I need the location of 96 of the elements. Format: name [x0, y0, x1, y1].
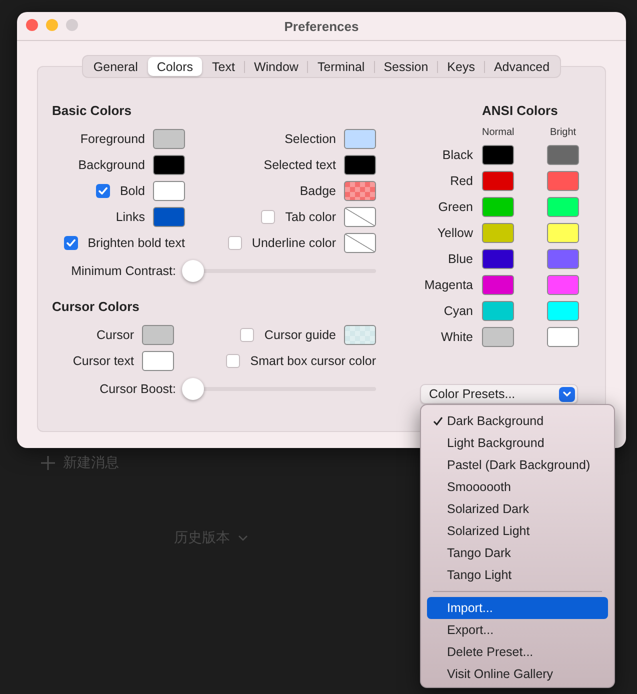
color-well[interactable]: [482, 171, 514, 191]
checkbox[interactable]: [226, 354, 240, 368]
color-well[interactable]: [482, 249, 514, 269]
menu-item[interactable]: Dark Background: [427, 410, 608, 432]
slider-thumb[interactable]: [182, 260, 204, 282]
color-well[interactable]: [482, 197, 514, 217]
tab[interactable]: Advanced: [484, 57, 559, 76]
tab[interactable]: Colors: [148, 57, 202, 76]
color-well[interactable]: [482, 145, 514, 165]
color-well[interactable]: [153, 155, 185, 175]
menu-item[interactable]: Solarized Light: [427, 520, 608, 542]
menu-item[interactable]: Smoooooth: [427, 476, 608, 498]
color-well[interactable]: [547, 275, 579, 295]
color-label: Magenta: [423, 278, 473, 292]
tab[interactable]: Session: [374, 57, 438, 76]
chevron-icon: [238, 535, 248, 541]
option-label: Tab color: [285, 210, 336, 224]
minimize-icon[interactable]: [46, 19, 58, 31]
color-well[interactable]: [142, 351, 174, 371]
option-label: Cursor guide: [264, 328, 336, 342]
checkbox[interactable]: [64, 236, 78, 250]
color-well[interactable]: [153, 181, 185, 201]
color-label: Red: [449, 174, 473, 188]
color-label: Black: [441, 148, 473, 162]
tab[interactable]: Keys: [438, 57, 484, 76]
color-label: Green: [437, 200, 473, 214]
presets-dropdown[interactable]: Color Presets...: [420, 384, 578, 404]
color-well[interactable]: [153, 129, 185, 149]
color-well[interactable]: [153, 207, 185, 227]
color-label: White: [440, 330, 473, 344]
column-header: Bright: [548, 127, 578, 140]
color-well[interactable]: [142, 325, 174, 345]
option-label: Links: [116, 210, 145, 224]
color-well[interactable]: [344, 325, 376, 345]
color-well[interactable]: [344, 181, 376, 201]
slider-label: Minimum Contrast:: [70, 264, 176, 278]
tab[interactable]: Text: [203, 57, 244, 76]
option-label: Smart box cursor color: [250, 354, 376, 368]
checkbox[interactable]: [228, 236, 242, 250]
option-label: Selected text: [264, 158, 336, 172]
color-well[interactable]: [547, 197, 579, 217]
tab[interactable]: General: [84, 57, 147, 76]
plus-icon: [41, 456, 55, 470]
color-well[interactable]: [344, 207, 376, 227]
color-label: Blue: [446, 252, 473, 266]
option-label: Selection: [284, 132, 336, 146]
zoom-icon[interactable]: [66, 19, 78, 31]
color-label: Cyan: [442, 304, 473, 318]
color-label: Yellow: [436, 226, 473, 240]
color-well[interactable]: [344, 129, 376, 149]
slider-label: Cursor Boost:: [98, 382, 176, 396]
color-well[interactable]: [482, 301, 514, 321]
color-well[interactable]: [547, 171, 579, 191]
menu-item[interactable]: Import...: [427, 597, 608, 619]
menu-item[interactable]: Light Background: [427, 432, 608, 454]
menu-item[interactable]: Tango Light: [427, 564, 608, 586]
option-label: Bold: [120, 184, 145, 198]
section-heading: ANSI Colors: [481, 103, 559, 119]
tab[interactable]: Terminal: [308, 57, 374, 76]
color-well[interactable]: [482, 223, 514, 243]
color-well[interactable]: [547, 249, 579, 269]
color-well[interactable]: [344, 155, 376, 175]
menu-item[interactable]: Tango Dark: [427, 542, 608, 564]
section-heading: Cursor Colors: [52, 299, 140, 315]
option-label: Cursor: [96, 328, 134, 342]
tab[interactable]: Window: [244, 57, 308, 76]
checkbox[interactable]: [240, 328, 254, 342]
option-label: Underline color: [252, 236, 336, 250]
close-icon[interactable]: [26, 19, 38, 31]
section-heading: Basic Colors: [52, 103, 132, 119]
option-label: Foreground: [80, 132, 145, 146]
slider[interactable]: [182, 378, 376, 400]
chevron-icon: [559, 386, 575, 402]
menu-item[interactable]: Solarized Dark: [427, 498, 608, 520]
menu-item[interactable]: Visit Online Gallery: [427, 663, 608, 685]
checkbox[interactable]: [96, 184, 110, 198]
color-well[interactable]: [344, 233, 376, 253]
color-well[interactable]: [547, 327, 579, 347]
color-well[interactable]: [547, 145, 579, 165]
color-well[interactable]: [482, 275, 514, 295]
option-label: Badge: [300, 184, 336, 198]
option-label: Brighten bold text: [88, 236, 185, 250]
slider[interactable]: [182, 260, 376, 282]
color-well[interactable]: [547, 301, 579, 321]
menu-item[interactable]: Export...: [427, 619, 608, 641]
option-label: Cursor text: [72, 354, 134, 368]
column-header: Normal: [482, 127, 514, 140]
slider-thumb[interactable]: [182, 378, 204, 400]
option-label: Background: [78, 158, 145, 172]
menu-item[interactable]: Pastel (Dark Background): [427, 454, 608, 476]
menu-item[interactable]: Delete Preset...: [427, 641, 608, 663]
window-title: Preferences: [284, 18, 359, 34]
color-well[interactable]: [547, 223, 579, 243]
color-well[interactable]: [482, 327, 514, 347]
checkmark-icon: [433, 416, 443, 426]
checkbox[interactable]: [261, 210, 276, 224]
